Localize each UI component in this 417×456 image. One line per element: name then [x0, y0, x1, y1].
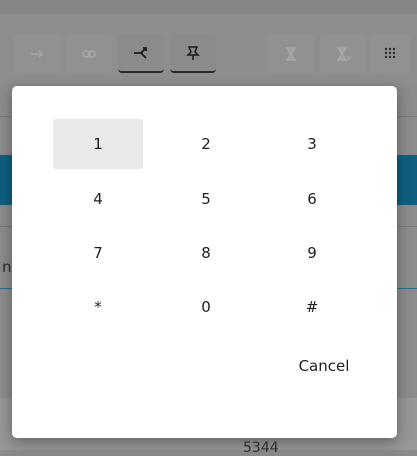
cancel-button[interactable]: Cancel	[274, 344, 374, 388]
partial-text: n	[2, 258, 12, 276]
hourglass-arrow-icon	[336, 47, 352, 61]
partial-number: 5344	[243, 440, 279, 456]
hourglass-icon	[285, 47, 297, 61]
hold-resume-button[interactable]	[320, 35, 366, 73]
key-1[interactable]: 1	[53, 119, 143, 169]
dialpad-button[interactable]	[370, 35, 410, 73]
transfer-button[interactable]	[118, 35, 164, 73]
key-hash[interactable]: #	[267, 282, 357, 332]
key-4[interactable]: 4	[53, 174, 143, 224]
transfer-icon	[134, 47, 147, 59]
pin-icon	[186, 46, 200, 60]
key-3[interactable]: 3	[267, 119, 357, 169]
key-2[interactable]: 2	[161, 119, 251, 169]
key-7[interactable]: 7	[53, 228, 143, 278]
top-strip	[0, 0, 417, 14]
key-8[interactable]: 8	[161, 228, 251, 278]
dialpad-dialog: 1 2 3 4 5 6 7 8 9 * 0 # Cancel	[12, 86, 397, 438]
dialpad-icon	[384, 47, 396, 59]
key-0[interactable]: 0	[161, 282, 251, 332]
voicemail-button[interactable]	[66, 35, 112, 73]
pin-button[interactable]	[170, 35, 216, 73]
call-toolbar	[0, 14, 417, 84]
voicemail-icon	[82, 50, 96, 58]
forward-button[interactable]	[14, 35, 60, 73]
key-9[interactable]: 9	[267, 228, 357, 278]
hold-button[interactable]	[268, 35, 314, 73]
forward-arrow-icon	[31, 50, 44, 58]
key-6[interactable]: 6	[267, 174, 357, 224]
key-star[interactable]: *	[53, 282, 143, 332]
key-5[interactable]: 5	[161, 174, 251, 224]
